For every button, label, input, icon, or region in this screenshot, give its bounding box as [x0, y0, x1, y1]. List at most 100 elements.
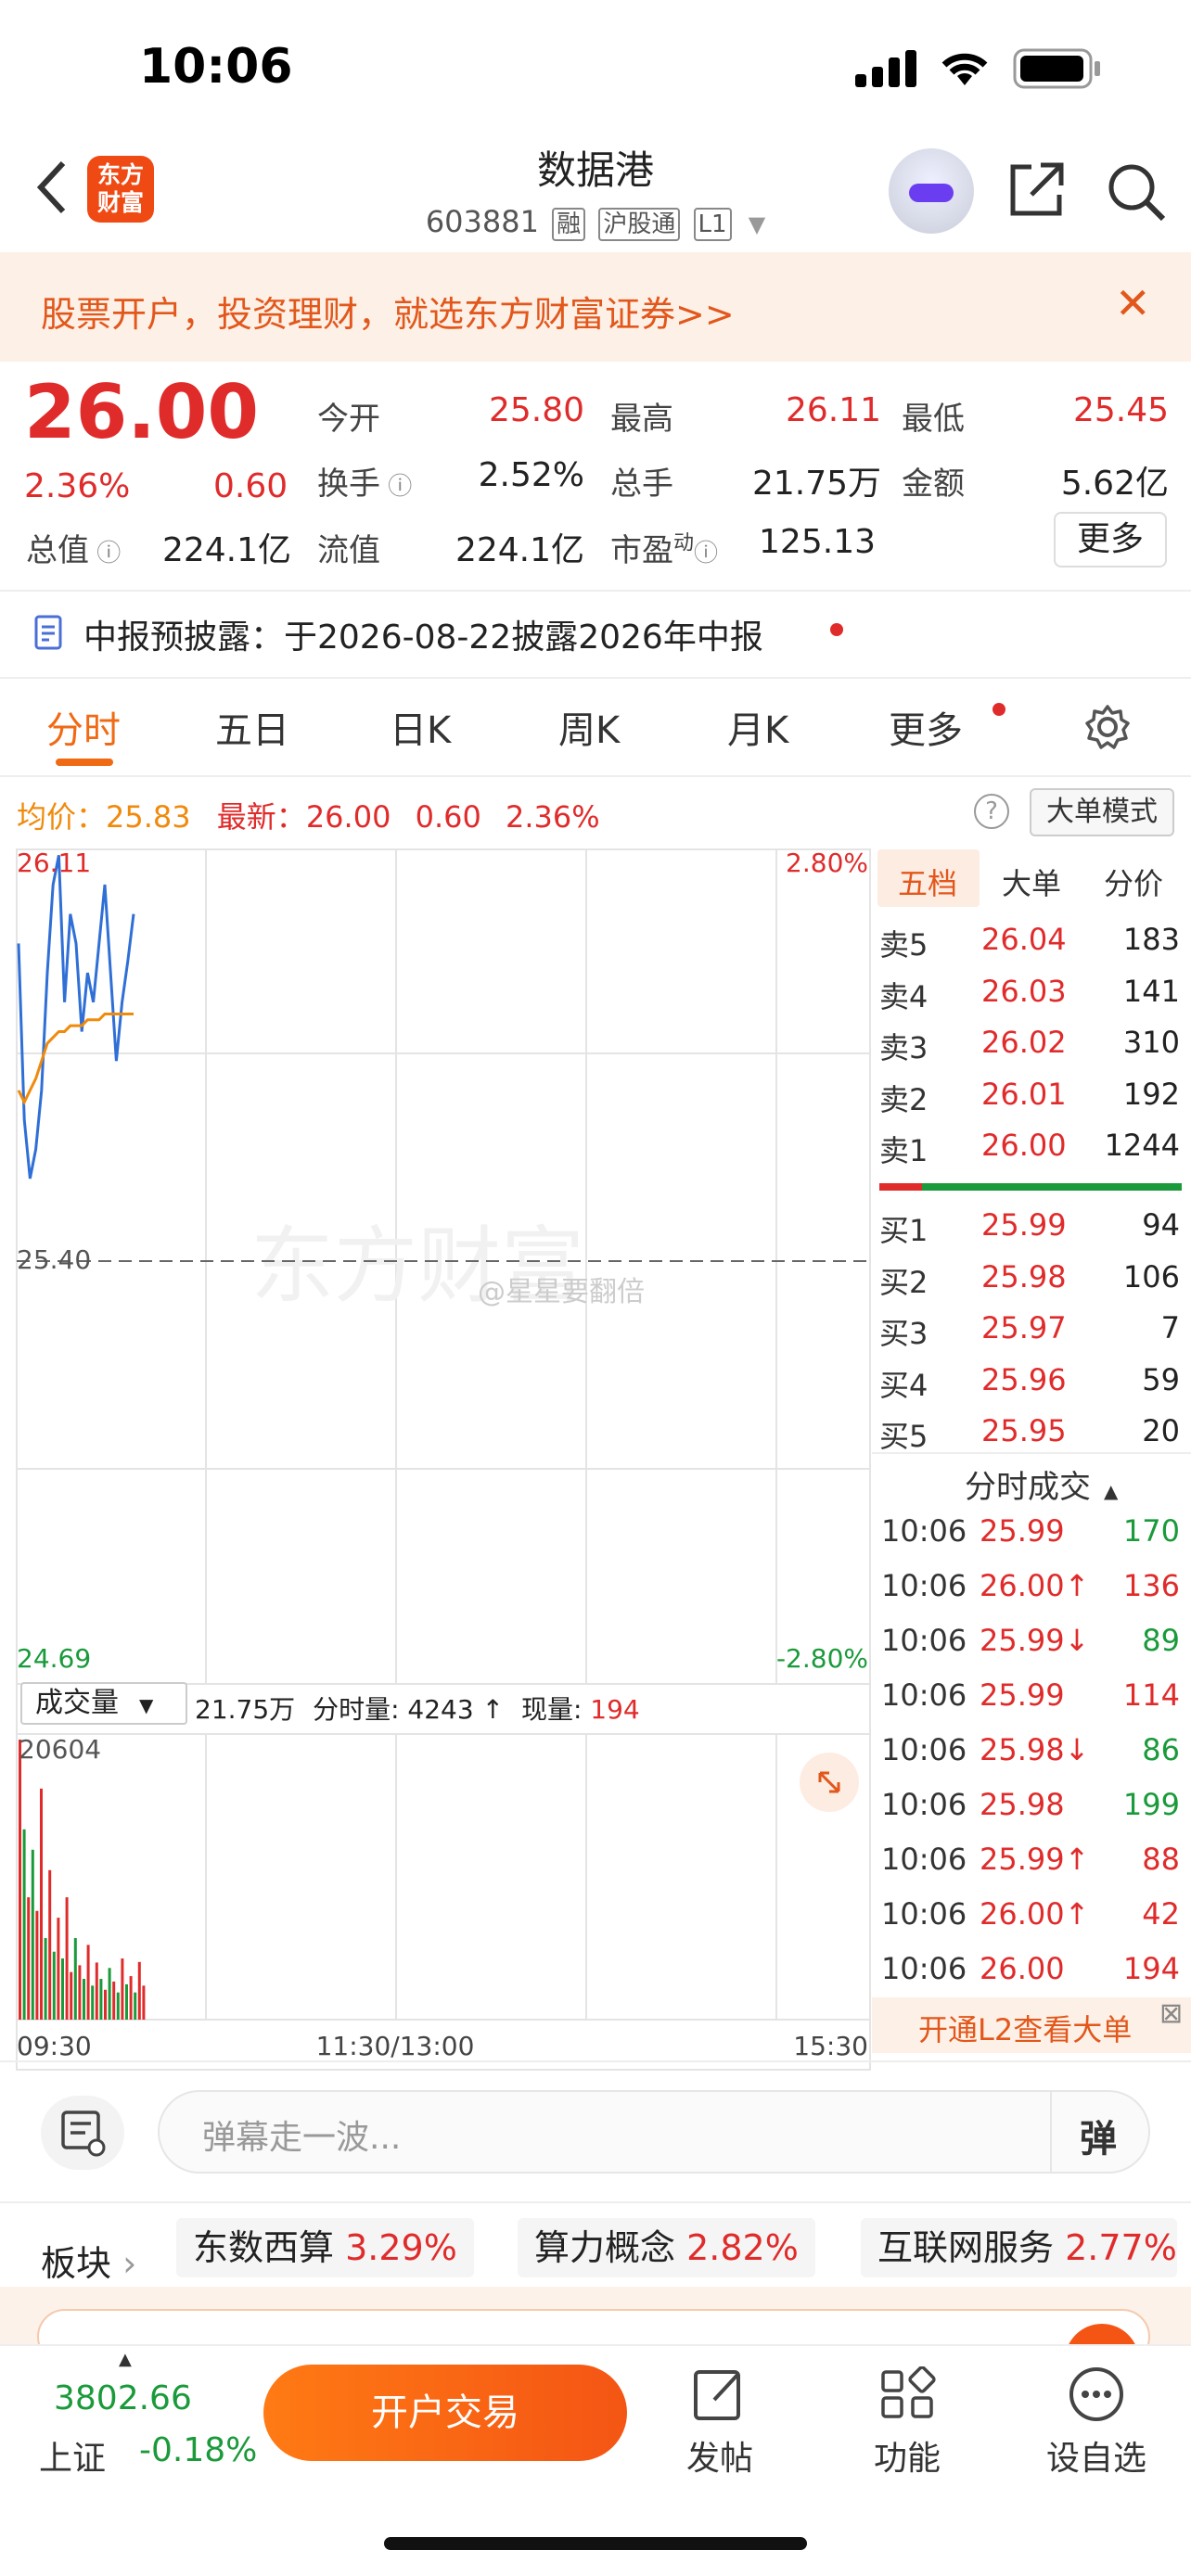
expand-chart-button[interactable] — [800, 1753, 859, 1812]
level-volume: 310 — [1122, 1025, 1180, 1060]
volume-bar — [22, 1829, 26, 2020]
orderbook-row[interactable]: 卖5 26.04 183 — [879, 922, 1185, 968]
function-button[interactable]: 功能 — [852, 2431, 963, 2480]
tick-time: 10:06 — [881, 1732, 967, 1767]
low-label: 最低 — [902, 401, 965, 438]
level-label: 卖1 — [879, 1133, 928, 1168]
index-change[interactable]: -0.18% — [139, 2431, 257, 2469]
x-axis-start-label: 09:30 — [17, 2031, 92, 2061]
index-name[interactable]: 上证 — [39, 2431, 106, 2480]
volume-bar — [83, 1979, 85, 2020]
orderbook-row[interactable]: 卖3 26.02 310 — [879, 1025, 1185, 1071]
l2-upgrade-banner[interactable]: 开通L2查看大单 ⊠ — [872, 1997, 1191, 2053]
danmu-toggle-button[interactable]: 弹 — [1080, 2109, 1117, 2162]
sector-label[interactable]: 板块 › — [41, 2235, 136, 2286]
tick-volume: 86 — [1142, 1732, 1180, 1767]
level-price: 26.04 — [981, 922, 1067, 957]
danmu-input[interactable]: 弹幕走一波... 弹 — [158, 2090, 1150, 2174]
level-volume: 183 — [1122, 922, 1180, 957]
danmu-bar: 弹幕走一波... 弹 — [0, 2062, 1191, 2201]
orderbook-row[interactable]: 卖4 26.03 141 — [879, 974, 1185, 1020]
search-icon[interactable] — [1104, 159, 1169, 224]
tab-price-dist[interactable]: 分价 — [1104, 861, 1163, 903]
float-value: 224.1亿 — [455, 531, 584, 569]
post-button[interactable]: 发帖 — [664, 2431, 775, 2480]
add-watchlist-button[interactable]: 设自选 — [1031, 2431, 1161, 2480]
earnings-notice[interactable]: 中报预披露：于2026-08-22披露2026年中报 — [83, 610, 763, 658]
tab-intraday[interactable]: 分时 — [46, 700, 121, 754]
level-volume: 1244 — [1104, 1128, 1180, 1163]
ai-assistant-avatar[interactable] — [889, 148, 974, 234]
tab-weekly-k[interactable]: 周K — [558, 700, 620, 754]
message-list-icon — [61, 2111, 106, 2157]
tick-price: 25.98 — [980, 1787, 1065, 1822]
wifi-icon — [941, 53, 988, 85]
volume-bar — [129, 1976, 133, 2020]
notice-dot — [830, 623, 843, 636]
divider — [1050, 2092, 1052, 2172]
more-quote-button[interactable]: 更多 — [1054, 512, 1167, 567]
tick-volume: 199 — [1122, 1787, 1180, 1822]
change-pct: 2.36% — [24, 467, 131, 505]
open-account-trade-button[interactable]: 开户交易 — [263, 2365, 627, 2461]
tick-row: 10:06 26.00↑ 136 — [879, 1568, 1185, 1614]
tick-price: 25.99 — [980, 1513, 1065, 1549]
volume-indicator-select[interactable]: 成交量 ▼ — [20, 1682, 187, 1725]
promo-text[interactable]: 股票开户，投资理财，就选东方财富证券>> — [41, 286, 735, 337]
grid-icon[interactable] — [877, 2366, 937, 2422]
level-volume: 59 — [1142, 1361, 1180, 1397]
divider — [872, 1452, 1191, 1454]
tab-monthly-k[interactable]: 月K — [727, 700, 788, 754]
tab-five-levels[interactable]: 五档 — [898, 861, 957, 903]
orderbook-row[interactable]: 买3 25.97 7 — [879, 1310, 1185, 1357]
more-dots-icon[interactable] — [1067, 2365, 1126, 2424]
volume-bar — [48, 1869, 52, 2020]
level-label: 卖4 — [879, 978, 928, 1014]
mcap-label: 总值 ⓘ — [26, 532, 122, 569]
tab-daily-k[interactable]: 日K — [390, 700, 451, 754]
edit-icon[interactable] — [690, 2365, 749, 2424]
tick-price: 25.99↓ — [980, 1623, 1090, 1658]
level-price: 25.96 — [981, 1361, 1067, 1397]
level-price: 25.97 — [981, 1310, 1067, 1345]
tick-volume: 170 — [1122, 1513, 1180, 1549]
tab-big-orders[interactable]: 大单 — [1002, 861, 1061, 903]
orderbook-row[interactable]: 买1 25.99 94 — [879, 1207, 1185, 1254]
y-axis-bottom-label: 24.69 — [17, 1643, 91, 1674]
gear-icon[interactable] — [1083, 703, 1132, 751]
volume-bar — [52, 1951, 56, 2020]
y-axis-mid-label: 25.40 — [17, 1244, 91, 1275]
tab-more[interactable]: 更多 — [889, 700, 963, 754]
volume-bar — [73, 1938, 77, 2020]
tick-price: 26.00↑ — [980, 1568, 1090, 1603]
danmu-list-button[interactable] — [41, 2096, 124, 2170]
volume-bar — [95, 1962, 98, 2020]
orderbook-row[interactable]: 卖2 26.01 192 — [879, 1077, 1185, 1123]
volume-bar — [40, 1788, 43, 2020]
close-icon[interactable]: ⊠ — [1159, 1997, 1183, 2030]
promo-banner[interactable]: 股票开户，投资理财，就选东方财富证券>> ✕ — [0, 252, 1191, 362]
orderbook-row[interactable]: 买4 25.96 59 — [879, 1362, 1185, 1409]
sector-item[interactable]: 互联网服务 2.77% — [861, 2218, 1177, 2277]
tab-five-day[interactable]: 五日 — [215, 700, 289, 754]
ticks-title[interactable]: 分时成交 ▲ — [965, 1461, 1118, 1507]
sector-item[interactable]: 算力概念 2.82% — [518, 2218, 815, 2277]
close-icon[interactable]: ✕ — [1115, 278, 1151, 328]
dropdown-caret-icon: ▼ — [748, 211, 766, 237]
big-order-mode-button[interactable]: 大单模式 — [1030, 788, 1174, 836]
tick-time: 10:06 — [881, 1896, 967, 1932]
intraday-chart[interactable]: 东方财富 26.11 25.40 24.69 2.80% -2.80% 2060… — [0, 775, 872, 2079]
share-icon[interactable] — [1005, 159, 1067, 221]
sector-item[interactable]: 东数西算 3.29% — [176, 2218, 474, 2277]
tick-price: 26.00↑ — [980, 1896, 1090, 1932]
level-label: 卖2 — [879, 1081, 928, 1117]
index-value[interactable]: 3802.66 — [54, 2379, 192, 2417]
volume-bar — [116, 1992, 120, 2020]
level-volume: 106 — [1122, 1258, 1180, 1294]
l2-upgrade-text[interactable]: 开通L2查看大单 — [918, 2007, 1132, 2049]
orderbook-row[interactable]: 买2 25.98 106 — [879, 1259, 1185, 1306]
tick-time: 10:06 — [881, 1513, 967, 1549]
mcap-value: 224.1亿 — [161, 531, 291, 569]
orderbook-row[interactable]: 卖1 26.00 1244 — [879, 1128, 1185, 1174]
help-icon[interactable]: ? — [974, 794, 1009, 829]
